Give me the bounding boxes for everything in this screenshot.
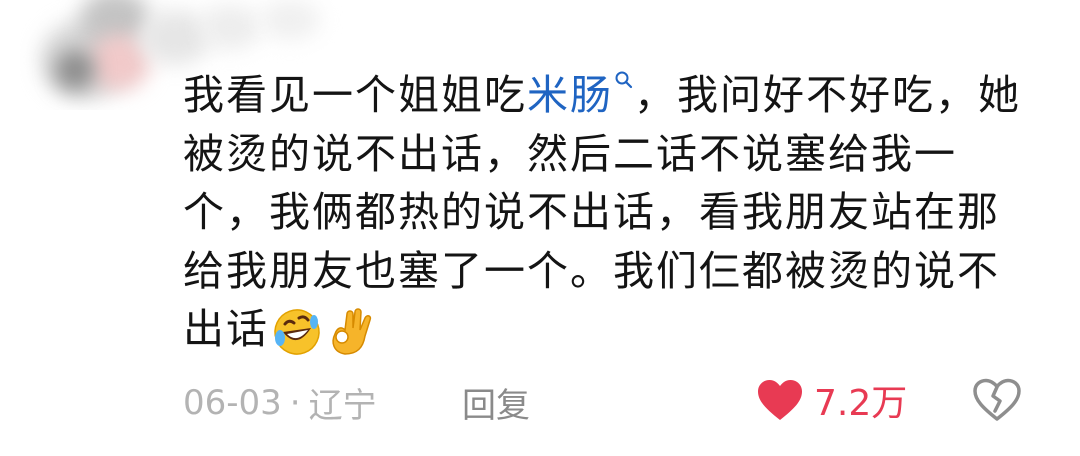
meta-separator: · xyxy=(289,382,301,423)
comment-text-start: 我看见一个姐姐吃 xyxy=(183,71,527,119)
broken-heart-icon[interactable] xyxy=(972,378,1022,422)
keyword-label: 米肠 xyxy=(527,71,613,119)
comment-meta: 06-03 · 辽宁 xyxy=(183,378,377,427)
ok-hand-emoji-icon xyxy=(332,308,372,355)
rofl-emoji-icon xyxy=(274,309,320,355)
like-button[interactable]: 7.2万 xyxy=(756,374,907,426)
search-icon xyxy=(615,71,633,89)
reply-button[interactable]: 回复 xyxy=(462,378,530,427)
like-count: 7.2万 xyxy=(814,383,908,424)
comment-card: 我看见一个姐姐吃米肠 ，我问好不好吃，她被烫的说不出话，然后二话不说塞给我一个，我… xyxy=(0,0,1080,456)
search-keyword-link[interactable]: 米肠 xyxy=(527,71,634,119)
comment-date: 06-03 xyxy=(183,382,282,423)
comment-location: 辽宁 xyxy=(308,386,377,426)
comment-body: 我看见一个姐姐吃米肠 ，我问好不好吃，她被烫的说不出话，然后二话不说塞给我一个，我… xyxy=(183,66,1023,359)
heart-icon xyxy=(758,380,802,420)
